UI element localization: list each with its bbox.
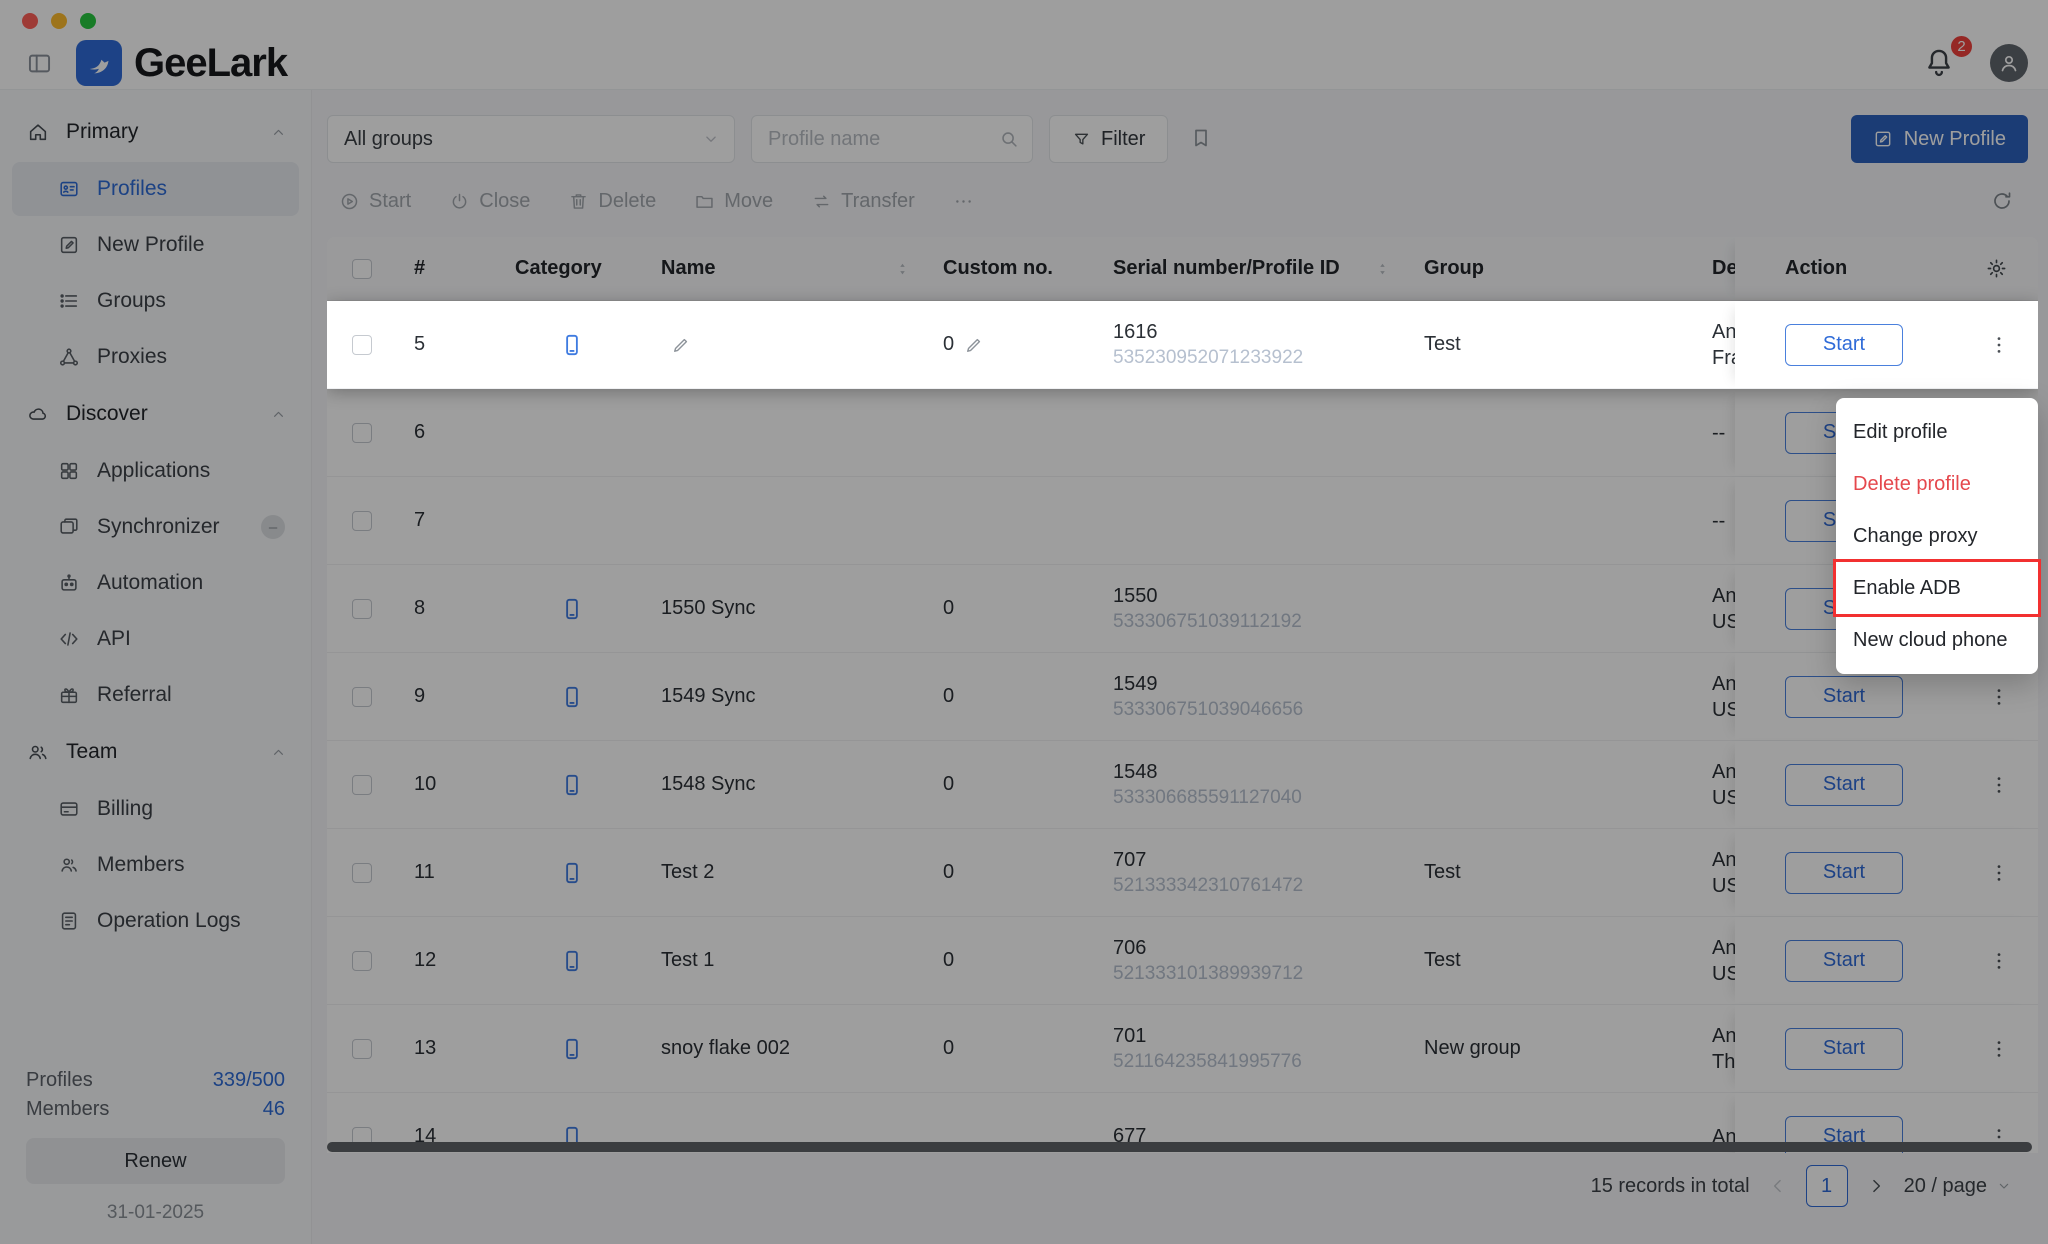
group-cell: Test [1407, 301, 1695, 388]
edit-name-icon[interactable] [671, 335, 691, 355]
table-row: 5 0 1616535230952071233922 Test AnFra St… [327, 301, 2038, 389]
edit-custom-no-icon[interactable] [964, 335, 984, 355]
row-action-panel: Start [1735, 301, 2038, 388]
phone-icon [559, 332, 585, 358]
menu-item-enable-adb[interactable]: Enable ADB [1836, 562, 2038, 614]
custom-no-cell: 0 [927, 301, 1097, 388]
row-context-menu: Edit profileDelete profileChange proxyEn… [1836, 398, 2038, 674]
dim-overlay [0, 0, 2048, 1244]
row-checkbox[interactable] [352, 335, 372, 355]
start-button[interactable]: Start [1785, 324, 1903, 366]
serial-cell: 1616535230952071233922 [1097, 301, 1407, 388]
menu-item-delete-profile[interactable]: Delete profile [1836, 458, 2038, 510]
geelark-app-window: GeeLark 2 Primary Profiles New Profile [0, 0, 2048, 1244]
row-number: 5 [397, 301, 499, 388]
profile-name-cell [644, 301, 927, 388]
menu-item-change-proxy[interactable]: Change proxy [1836, 510, 2038, 562]
kebab-menu-icon[interactable] [1988, 334, 2010, 356]
menu-item-edit-profile[interactable]: Edit profile [1836, 406, 2038, 458]
menu-item-new-cloud-phone[interactable]: New cloud phone [1836, 614, 2038, 666]
